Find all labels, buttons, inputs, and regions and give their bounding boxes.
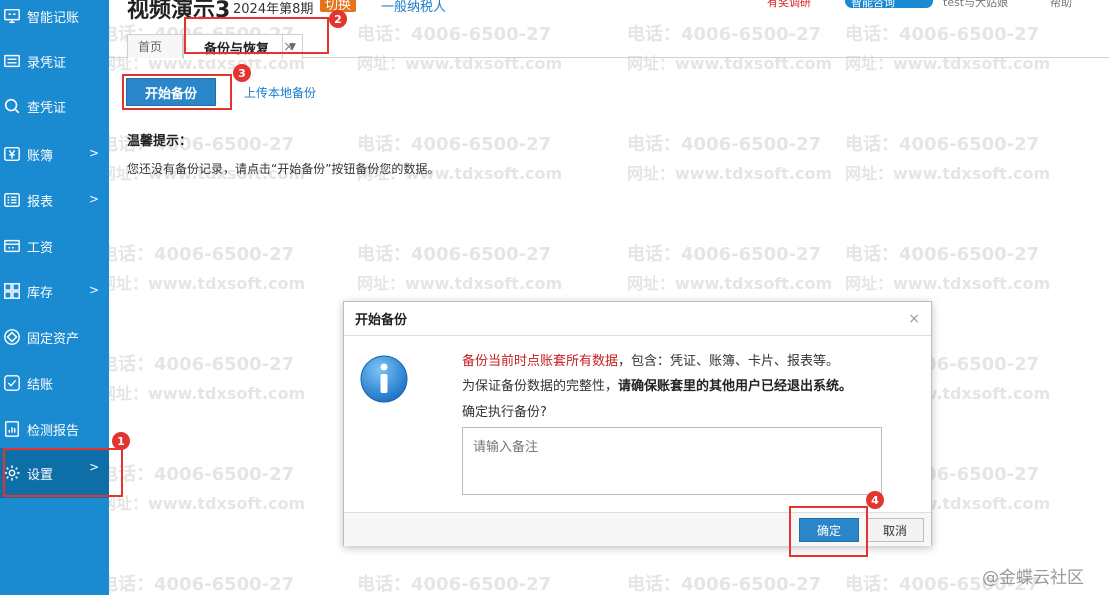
- detection-report-icon: [2, 419, 22, 439]
- period-label: 2024年第8期: [233, 2, 314, 17]
- annotation-box-3: [122, 74, 232, 110]
- salary-icon: [2, 236, 22, 256]
- dialog-header: 开始备份 ×: [344, 302, 931, 336]
- sidebar-item-label: 结账: [27, 377, 54, 393]
- watermark-phone: 电话：4006-6500-27: [627, 244, 822, 265]
- watermark-phone: 电话：4006-6500-27: [357, 574, 552, 595]
- dialog-title: 开始备份: [355, 313, 408, 328]
- watermark-site: 网址：www.tdxsoft.com: [357, 274, 563, 293]
- sidebar-item-label: 检测报告: [27, 423, 80, 439]
- dialog-message-bold: 请确保账套里的其他用户已经退出系统。: [618, 379, 853, 394]
- sidebar-item-label: 工资: [27, 240, 54, 256]
- watermark-phone: 电话：4006-6500-27: [845, 134, 1040, 155]
- watermark-site: 网址：www.tdxsoft.com: [100, 384, 306, 403]
- sidebar-item-smart-bookkeeping[interactable]: 智能记账: [0, 0, 109, 36]
- sidebar-item-label: 库存: [27, 285, 54, 301]
- tab-home[interactable]: 首页: [127, 34, 183, 58]
- report-icon: [2, 190, 22, 210]
- sidebar-item-label: 查凭证: [27, 100, 67, 116]
- watermark-site: 网址：www.tdxsoft.com: [845, 274, 1051, 293]
- upload-local-backup-link[interactable]: 上传本地备份: [244, 84, 316, 101]
- watermark-phone: 电话：4006-6500-27: [100, 244, 295, 265]
- smart-bookkeeping-icon: [2, 6, 22, 26]
- watermark-phone: 电话：4006-6500-27: [627, 574, 822, 595]
- watermark-phone: 电话：4006-6500-27: [845, 244, 1040, 265]
- user-menu[interactable]: test与大姑娘: [943, 0, 1008, 10]
- survey-link[interactable]: 有奖调研: [767, 0, 811, 10]
- info-icon: [360, 355, 408, 403]
- dialog-message-3: 确定执行备份?: [462, 405, 547, 420]
- sidebar-item-label: 固定资产: [27, 331, 80, 347]
- fixed-asset-icon: [2, 327, 22, 347]
- annotation-badge-2: 2: [329, 10, 347, 28]
- annotation-box-4: [789, 506, 868, 557]
- cancel-button[interactable]: 取消: [866, 518, 924, 542]
- sidebar-item-salary[interactable]: 工资: [0, 226, 109, 266]
- watermark-phone: 电话：4006-6500-27: [100, 574, 295, 595]
- chevron-right-icon: >: [88, 283, 99, 297]
- tip-text: 您还没有备份记录，请点击“开始备份”按钮备份您的数据。: [127, 162, 440, 176]
- sidebar-item-label: 账簿: [27, 148, 54, 164]
- watermark-site: 网址：www.tdxsoft.com: [627, 274, 833, 293]
- help-link[interactable]: 帮助: [1050, 0, 1072, 10]
- sidebar-item-label: 录凭证: [27, 55, 67, 71]
- sidebar-item-label: 报表: [27, 194, 54, 210]
- watermark-phone: 电话：4006-6500-27: [100, 464, 295, 485]
- sidebar-item-fixed-asset[interactable]: 固定资产: [0, 317, 109, 357]
- sidebar-item-search-voucher[interactable]: 查凭证: [0, 86, 109, 126]
- watermark-phone: 电话：4006-6500-27: [627, 134, 822, 155]
- ledger-icon: [2, 144, 22, 164]
- dialog-message-plain: 为保证备份数据的完整性，: [462, 379, 619, 394]
- chevron-right-icon: >: [88, 192, 99, 206]
- dialog-message-highlight: 备份当前时点账套所有数据: [462, 354, 619, 369]
- inventory-icon: [2, 281, 22, 301]
- watermark-site: 网址：www.tdxsoft.com: [100, 494, 306, 513]
- search-icon: [2, 96, 22, 116]
- sidebar-item-voucher-entry[interactable]: 录凭证: [0, 41, 109, 81]
- tip-title: 温馨提示：: [127, 134, 193, 149]
- sidebar: 智能记账 录凭证 查凭证 账簿 > 报表 > 工资 库存 > 固定资产 结账 检…: [0, 0, 109, 595]
- sidebar-item-ledger[interactable]: 账簿 >: [0, 134, 109, 174]
- watermark-site: 网址：www.tdxsoft.com: [845, 164, 1051, 183]
- dialog-message-rest: ，包含：凭证、账簿、卡片、报表等。: [618, 354, 840, 369]
- dialog-message-2: 为保证备份数据的完整性，请确保账套里的其他用户已经退出系统。: [462, 375, 852, 394]
- watermark-site: 网址：www.tdxsoft.com: [100, 274, 306, 293]
- sidebar-item-report[interactable]: 报表 >: [0, 180, 109, 220]
- remark-input[interactable]: [462, 427, 882, 495]
- close-icon[interactable]: ×: [908, 311, 920, 327]
- annotation-badge-3: 3: [233, 64, 251, 82]
- annotation-box-1: [3, 448, 123, 497]
- chevron-right-icon: >: [88, 146, 99, 160]
- smart-consult-button[interactable]: 智能咨询: [845, 0, 933, 9]
- watermark-site: 网址：www.tdxsoft.com: [627, 164, 833, 183]
- watermark-phone: 电话：4006-6500-27: [357, 244, 552, 265]
- annotation-badge-1: 1: [112, 432, 130, 450]
- sidebar-item-inventory[interactable]: 库存 >: [0, 271, 109, 311]
- watermark-phone: 电话：4006-6500-27: [357, 134, 552, 155]
- dialog-message-1: 备份当前时点账套所有数据，包含：凭证、账簿、卡片、报表等。: [462, 350, 839, 369]
- annotation-box-2: [184, 17, 329, 54]
- voucher-entry-icon: [2, 51, 22, 71]
- watermark-phone: 电话：4006-6500-27: [100, 354, 295, 375]
- sidebar-item-detection-report[interactable]: 检测报告: [0, 409, 109, 449]
- taxpayer-link[interactable]: 一般纳税人: [381, 0, 446, 15]
- checkout-icon: [2, 373, 22, 393]
- sidebar-item-checkout[interactable]: 结账: [0, 363, 109, 403]
- sidebar-item-label: 智能记账: [27, 10, 80, 26]
- brand-watermark: @金蝶云社区: [982, 568, 1084, 588]
- annotation-badge-4: 4: [866, 491, 884, 509]
